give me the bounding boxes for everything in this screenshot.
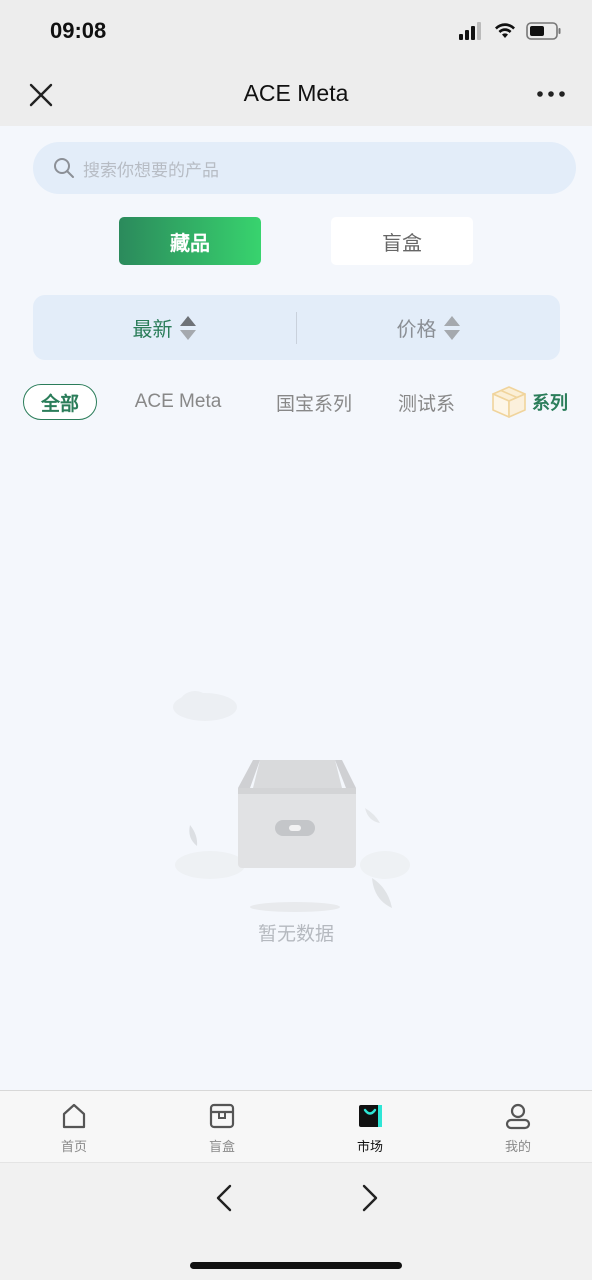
tab-profile[interactable]: 我的 (444, 1091, 592, 1162)
tab-market-label: 市场 (356, 1140, 383, 1155)
more-icon[interactable] (536, 84, 566, 104)
sort-latest-button[interactable]: 最新 (33, 313, 296, 342)
user-icon (505, 1103, 531, 1130)
box-icon (492, 386, 526, 418)
home-icon (62, 1103, 86, 1129)
tab-home-label: 首页 (60, 1140, 87, 1155)
status-bar: 09:08 (0, 0, 592, 62)
sort-price-button[interactable]: 价格 (297, 313, 560, 342)
sort-bar: 最新 价格 (33, 295, 560, 360)
battery-icon (526, 22, 561, 40)
forward-arrow-icon[interactable] (354, 1183, 384, 1213)
sort-price-label: 价格 (396, 317, 437, 341)
wifi-icon (495, 23, 515, 38)
tab-home[interactable]: 首页 (0, 1091, 148, 1162)
sort-arrows-icon (443, 315, 460, 340)
tab-profile-label: 我的 (504, 1140, 531, 1155)
sort-arrows-icon (179, 315, 196, 340)
tab-blind-box[interactable]: 盲盒 (331, 217, 473, 265)
series-button[interactable]: 系列 (490, 382, 568, 422)
status-icons (458, 22, 562, 40)
home-indicator (190, 1262, 402, 1269)
search-input[interactable]: 搜索你想要的产品 (33, 142, 576, 194)
category-ace-meta[interactable]: ACE Meta (124, 384, 232, 420)
series-label: 系列 (532, 393, 568, 414)
empty-state-text: 暂无数据 (257, 923, 334, 945)
box-icon (209, 1103, 235, 1129)
sort-latest-label: 最新 (132, 317, 173, 341)
shopping-bag-icon (359, 1105, 382, 1127)
category-row: 全部 ACE Meta 国宝系列 测试系 系列 (0, 382, 592, 424)
category-test[interactable]: 测试系 (398, 384, 458, 420)
tab-blind-box-nav[interactable]: 盲盒 (148, 1091, 296, 1162)
back-arrow-icon[interactable] (210, 1183, 240, 1213)
browser-toolbar (0, 1162, 592, 1280)
bottom-tab-bar: 首页 盲盒 市场 我的 (0, 1090, 592, 1162)
search-placeholder: 搜索你想要的产品 (83, 160, 219, 181)
tab-blind-box-label: 盲盒 (208, 1140, 235, 1155)
page-title: ACE Meta (243, 80, 349, 106)
tab-collections[interactable]: 藏品 (119, 217, 261, 265)
search-icon (54, 158, 74, 178)
status-time: 09:08 (50, 18, 107, 43)
tab-market[interactable]: 市场 (296, 1091, 444, 1162)
nav-bar: ACE Meta (0, 62, 592, 126)
category-all[interactable]: 全部 (23, 384, 97, 420)
signal-icon (459, 22, 481, 40)
category-guobao[interactable]: 国宝系列 (268, 384, 360, 420)
empty-box-illustration (173, 691, 410, 912)
